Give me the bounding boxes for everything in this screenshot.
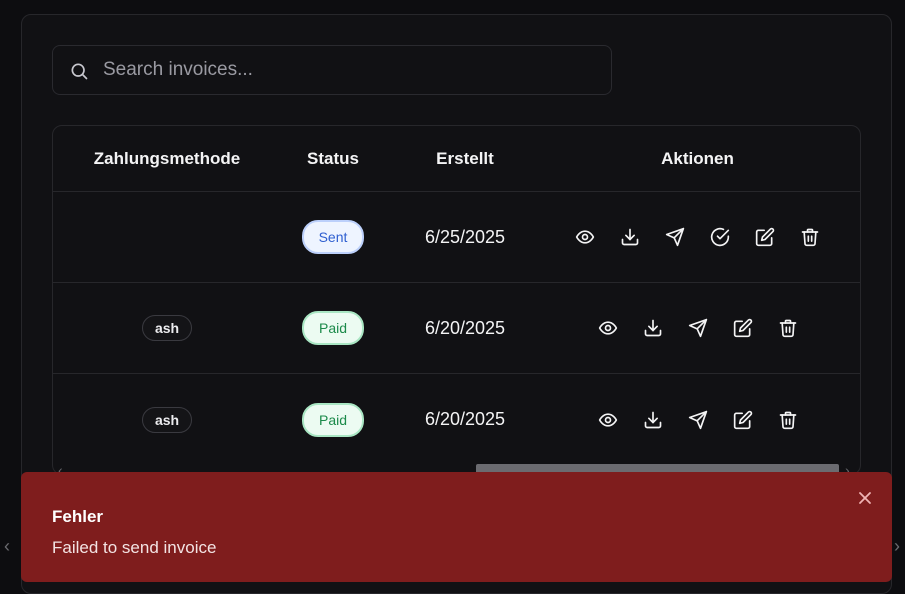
- search-box[interactable]: [52, 45, 612, 95]
- page-scroll-left-arrow[interactable]: ‹: [4, 536, 10, 557]
- payment-method-badge: ash: [141, 406, 193, 433]
- header-payment-method[interactable]: Zahlungsmethode: [53, 126, 281, 191]
- search-input[interactable]: [103, 46, 603, 94]
- send-icon[interactable]: [688, 410, 708, 430]
- payment-method-cell: [53, 192, 281, 282]
- delete-icon[interactable]: [778, 410, 798, 430]
- table-row: Sent 6/25/2025: [53, 192, 860, 283]
- status-cell: Sent: [281, 192, 385, 282]
- error-toast: Fehler Failed to send invoice: [21, 472, 892, 582]
- header-status[interactable]: Status: [281, 126, 385, 191]
- page-scroll-right-arrow[interactable]: ›: [894, 536, 900, 557]
- created-date: 6/20/2025: [424, 317, 506, 338]
- send-icon[interactable]: [665, 227, 685, 247]
- created-date: 6/20/2025: [424, 409, 506, 429]
- header-actions: Aktionen: [661, 148, 734, 168]
- payment-method-cell: ash: [53, 283, 281, 373]
- created-cell: 6/20/2025: [385, 283, 545, 373]
- status-badge: Paid: [301, 311, 365, 345]
- search-icon: [71, 63, 88, 80]
- toast-title: Fehler: [52, 507, 104, 526]
- edit-icon[interactable]: [733, 318, 753, 338]
- actions-cell: [545, 283, 850, 373]
- view-icon[interactable]: [598, 318, 618, 338]
- created-cell: 6/20/2025: [385, 374, 545, 465]
- payment-method-badge: ash: [141, 315, 193, 341]
- invoices-table: Zahlungsmethode Status Erstellt Aktionen…: [52, 125, 861, 475]
- status-badge: Paid: [301, 402, 365, 437]
- download-icon[interactable]: [620, 227, 640, 247]
- actions-cell: [545, 192, 850, 282]
- toast-message: Failed to send invoice: [52, 538, 217, 557]
- download-icon[interactable]: [643, 410, 663, 430]
- header-created[interactable]: Erstellt: [385, 126, 545, 191]
- view-icon[interactable]: [598, 410, 618, 430]
- status-cell: Paid: [281, 374, 385, 465]
- view-icon[interactable]: [575, 227, 595, 247]
- delete-icon[interactable]: [800, 227, 820, 247]
- delete-icon[interactable]: [778, 318, 798, 338]
- download-icon[interactable]: [643, 318, 663, 338]
- edit-icon[interactable]: [733, 410, 753, 430]
- close-icon[interactable]: [857, 490, 873, 506]
- table-header-row: Zahlungsmethode Status Erstellt Aktionen: [53, 126, 860, 192]
- mark-paid-icon[interactable]: [710, 227, 730, 247]
- status-cell: Paid: [281, 283, 385, 373]
- actions-cell: [545, 374, 850, 465]
- payment-method-cell: ash: [53, 374, 281, 465]
- created-cell: 6/25/2025: [385, 192, 545, 282]
- table-row: ash Paid 6/20/2025: [53, 374, 860, 465]
- edit-icon[interactable]: [755, 227, 775, 247]
- created-date: 6/25/2025: [424, 226, 506, 247]
- table-row: ash Paid 6/20/2025: [53, 283, 860, 374]
- send-icon[interactable]: [688, 318, 708, 338]
- status-badge: Sent: [301, 220, 365, 254]
